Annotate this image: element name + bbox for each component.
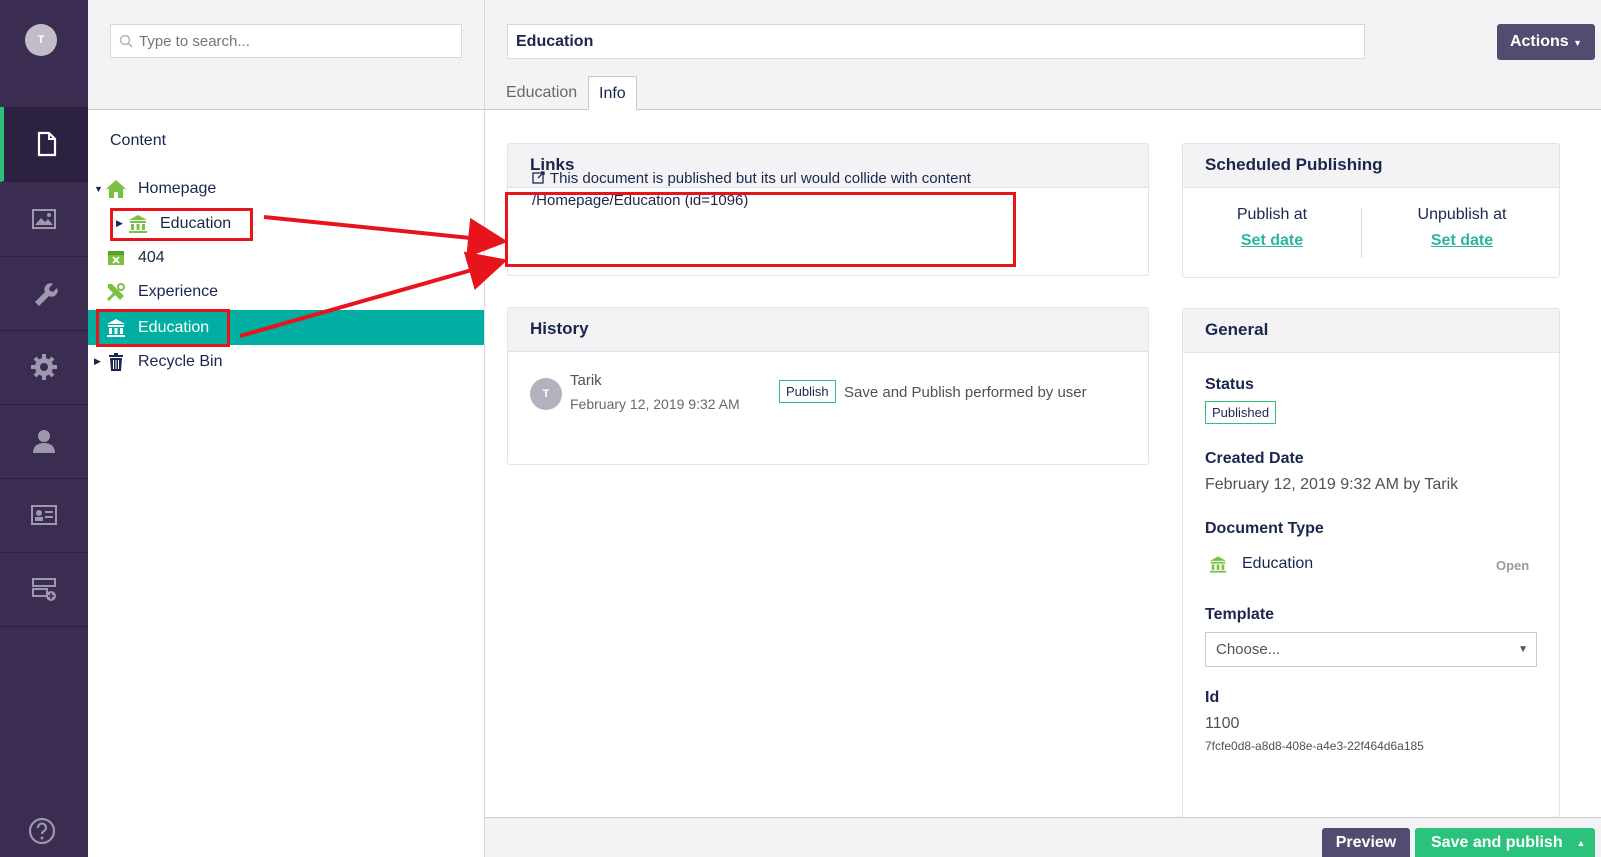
save-and-publish-label: Save and publish [1431,834,1563,851]
document-type-open-link[interactable]: Open [1496,558,1529,573]
nav-settings[interactable] [0,256,88,331]
publish-set-date-link[interactable]: Set date [1183,232,1361,250]
created-date-label: Created Date [1205,450,1304,467]
history-title: History [508,308,1148,352]
tree-node-label: Homepage [138,179,217,197]
user-icon [33,430,55,453]
content-tree-panel: Content ▼ Homepage ▶ Education 404 Exper… [88,0,485,857]
caret-down-icon[interactable]: ▼ [94,184,104,194]
publish-at-column: Publish at Set date [1183,206,1361,250]
search-input[interactable] [139,32,439,50]
history-date: February 12, 2019 9:32 AM [570,396,740,412]
tree-node-label: Experience [138,282,219,300]
main-navigation: T [0,0,88,857]
gear-icon [31,354,57,380]
created-date-value: February 12, 2019 9:32 AM by Tarik [1205,476,1459,493]
caret-down-icon: ▼ [1573,38,1583,48]
history-publish-badge: Publish [779,380,836,403]
tree-header [88,0,484,110]
wrench-icon [35,283,58,306]
nav-members[interactable] [0,478,88,553]
caret-up-icon[interactable]: ▲ [1567,828,1595,857]
preview-button[interactable]: Preview [1322,828,1410,857]
save-and-publish-button[interactable]: Save and publish ▲ [1415,828,1595,857]
form-add-icon [32,578,56,601]
history-description: Save and Publish performed by user [844,384,1087,401]
tree-root-title: Content [110,132,167,149]
tree-node-homepage[interactable]: ▼ Homepage [88,171,484,206]
search-icon [119,34,133,48]
document-type-value: Education [1242,555,1314,572]
tree-node-404[interactable]: 404 [88,240,484,275]
publish-at-label: Publish at [1236,206,1308,223]
tab-info[interactable]: Info [588,76,637,110]
info-panel: Links This document is published but its… [485,110,1601,828]
template-selected-value: Choose... [1216,641,1281,658]
home-icon [104,177,128,201]
id-label: Id [1205,689,1220,706]
chevron-down-icon: ▼ [1518,644,1528,655]
divider [1361,208,1362,258]
search-box [110,24,462,58]
general-title: General [1183,309,1559,353]
scheduled-publishing-box: Scheduled Publishing Publish at Set date… [1182,143,1560,278]
document-type-label: Document Type [1205,520,1324,537]
history-entry: T Tarik February 12, 2019 9:32 AM Publis… [530,372,1130,422]
document-icon [37,131,57,157]
nav-content[interactable] [0,107,88,182]
editor-footer: Preview Save and publish ▲ [485,817,1601,857]
caret-right-icon[interactable]: ▶ [94,356,104,367]
tree-node-label: 404 [138,248,165,266]
status-label: Status [1205,376,1254,393]
general-box: General Status Published Created Date Fe… [1182,308,1560,828]
highlight-box-tree-child [110,208,253,241]
node-name-input[interactable]: Education [507,24,1365,59]
tab-education[interactable]: Education [496,76,587,110]
template-label: Template [1205,606,1275,623]
nav-developer[interactable] [0,330,88,405]
history-user: Tarik [570,372,602,389]
help-icon[interactable] [28,817,56,845]
image-icon [32,209,56,229]
status-badge: Published [1205,401,1277,424]
tools-icon [104,280,128,304]
external-link-icon [532,171,545,184]
guid-value: 7fcfe0d8-a8d8-408e-a4e3-22f464d6a185 [1205,739,1424,753]
unpublish-at-label: Unpublish at [1417,206,1507,223]
unpublish-set-date-link[interactable]: Set date [1373,232,1551,250]
actions-button[interactable]: Actions ▼ [1497,24,1595,60]
app: T Content [0,0,1601,857]
highlight-box-tree-selected [96,309,230,347]
editor-header: Education Actions ▼ Education Info [485,0,1601,110]
university-icon [1209,556,1227,573]
tree-node-experience[interactable]: Experience [88,274,484,309]
tree-node-recycle-bin[interactable]: ▶ Recycle Bin [88,344,484,379]
nav-forms[interactable] [0,552,88,627]
id-value: 1100 [1205,715,1240,732]
error-page-icon [104,246,128,270]
scheduled-title: Scheduled Publishing [1183,144,1559,188]
history-box: History T Tarik February 12, 2019 9:32 A… [507,307,1149,465]
highlight-box-link [505,192,1016,267]
history-avatar: T [530,378,562,410]
nav-users[interactable] [0,404,88,479]
user-avatar[interactable]: T [25,24,57,56]
actions-label: Actions [1509,33,1569,50]
id-card-icon [31,505,57,525]
nav-media[interactable] [0,182,88,257]
trash-icon [104,350,128,374]
template-select[interactable]: Choose... ▼ [1205,632,1537,667]
tree-node-label: Recycle Bin [138,352,223,370]
unpublish-at-column: Unpublish at Set date [1373,206,1551,250]
